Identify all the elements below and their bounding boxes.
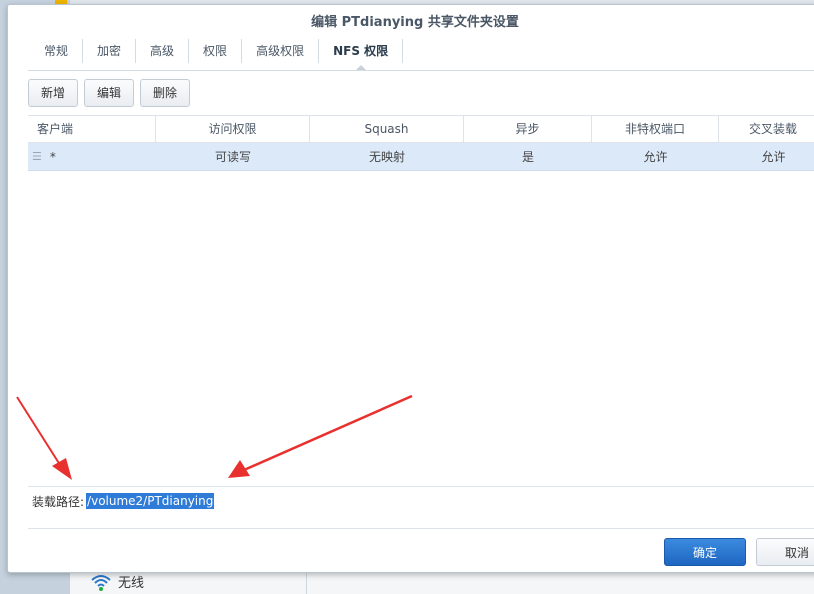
column-header-privilege[interactable]: 访问权限 xyxy=(156,116,310,142)
cell-client: ☰ * xyxy=(28,143,156,171)
tab-bar: 常规 加密 高级 权限 高级权限 NFS 权限 xyxy=(28,39,404,71)
column-header-async[interactable]: 异步 xyxy=(464,116,592,142)
tab-encryption[interactable]: 加密 xyxy=(83,39,137,63)
network-label: 无线 xyxy=(118,576,145,591)
mount-path-value[interactable]: /volume2/PTdianying xyxy=(86,493,215,509)
tab-nfs-permissions[interactable]: NFS 权限 xyxy=(319,39,404,71)
column-header-squash[interactable]: Squash xyxy=(310,116,464,142)
tab-divider xyxy=(28,70,814,71)
path-divider-top xyxy=(28,486,814,487)
cell-async: 是 xyxy=(521,150,534,164)
cell-non-privileged-port: 允许 xyxy=(643,150,668,164)
shared-folder-dialog: 编辑 PTdianying 共享文件夹设置 常规 加密 高级 权限 高级权限 N… xyxy=(7,4,814,573)
tab-advanced[interactable]: 高级 xyxy=(136,39,190,63)
client-value: * xyxy=(49,150,56,164)
add-button[interactable]: 新增 xyxy=(28,79,79,107)
column-header-non-privileged-port[interactable]: 非特权端口 xyxy=(592,116,719,142)
drag-handle-icon[interactable]: ☰ xyxy=(32,143,42,171)
network-item[interactable]: 无线 xyxy=(90,572,144,591)
edit-button[interactable]: 编辑 xyxy=(84,79,135,107)
mount-path-label: 装载路径: xyxy=(32,494,85,509)
dialog-title: 编辑 PTdianying 共享文件夹设置 xyxy=(311,15,519,30)
cell-cross-mount: 允许 xyxy=(761,150,786,164)
tab-permissions[interactable]: 权限 xyxy=(189,39,243,63)
cell-privilege: 可读写 xyxy=(214,150,251,164)
wifi-icon xyxy=(91,574,111,591)
path-divider-bottom xyxy=(28,528,814,529)
tab-advanced-permissions[interactable]: 高级权限 xyxy=(242,39,320,63)
cancel-button[interactable]: 取消 xyxy=(756,538,814,566)
nfs-rules-table: 客户端 访问权限 Squash 异步 非特权端口 交叉装载 ☰ * 可读写 无映… xyxy=(28,115,814,171)
tab-general[interactable]: 常规 xyxy=(28,39,84,63)
delete-button[interactable]: 删除 xyxy=(140,79,191,107)
toolbar: 新增 编辑 删除 xyxy=(28,79,191,107)
ok-button[interactable]: 确定 xyxy=(664,538,746,566)
column-header-client[interactable]: 客户端 xyxy=(28,116,156,142)
cell-squash: 无映射 xyxy=(368,150,405,164)
mount-path-row: 装载路径: /volume2/PTdianying xyxy=(32,489,215,513)
table-row[interactable]: ☰ * 可读写 无映射 是 允许 允许 xyxy=(28,143,814,171)
column-header-cross-mount[interactable]: 交叉装载 xyxy=(719,116,814,142)
table-header: 客户端 访问权限 Squash 异步 非特权端口 交叉装载 xyxy=(28,115,814,143)
